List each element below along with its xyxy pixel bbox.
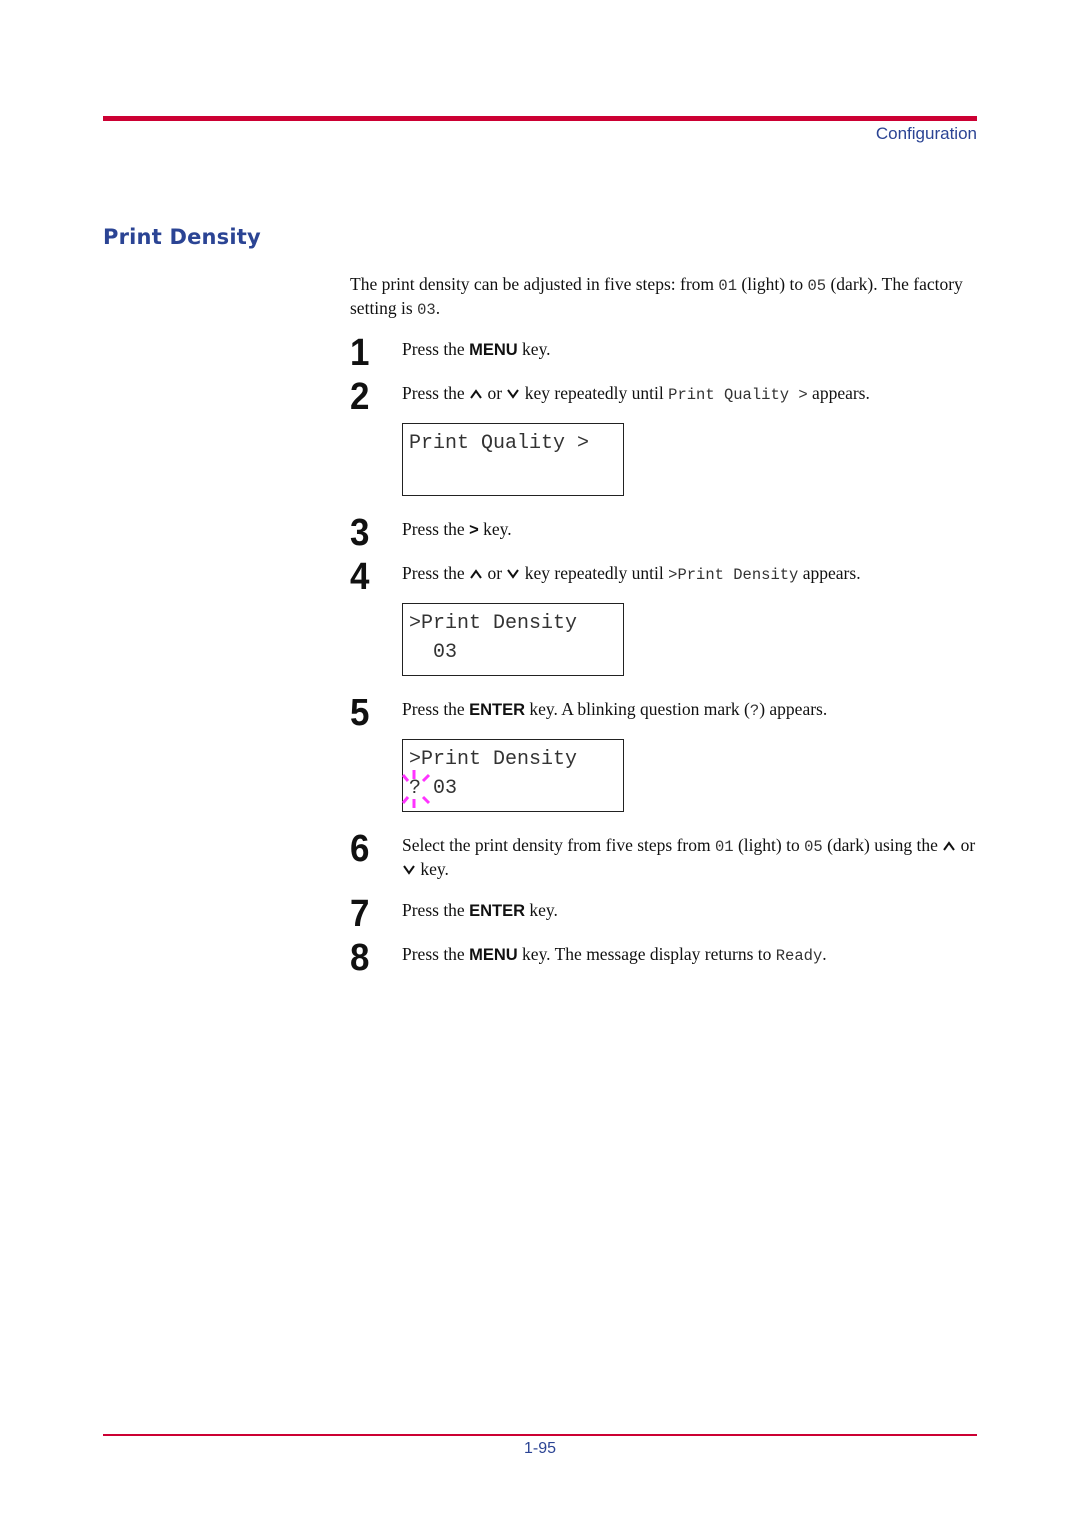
page-number: 1-95 <box>523 1440 557 1457</box>
step-text: Press the MENU key. The message display … <box>402 944 827 965</box>
lcd-line-1: >Print Density <box>409 612 578 635</box>
step-number: 2 <box>350 376 370 418</box>
down-arrow-icon <box>507 569 520 579</box>
step-number: 3 <box>350 512 370 554</box>
lcd-line-1: Print Quality > <box>409 432 590 455</box>
lcd-line-1: >Print Density <box>409 748 578 771</box>
step-number: 1 <box>350 332 370 374</box>
menu-key: MENU <box>469 946 518 964</box>
step-number: 4 <box>350 556 370 598</box>
step-text: Press the > key. <box>402 519 512 539</box>
page-title: Print Density <box>103 225 261 249</box>
step-text: Select the print density from five steps… <box>402 835 976 879</box>
section-name: Configuration <box>875 124 977 143</box>
lcd-display-print-quality: Print Quality > <box>402 423 624 496</box>
step-text: Press the ENTER key. A blinking question… <box>402 699 828 720</box>
lcd-line-2: 03 <box>409 641 458 664</box>
down-arrow-icon <box>403 865 415 875</box>
step-number: 5 <box>350 692 370 734</box>
step-number: 7 <box>350 893 370 935</box>
header-rule <box>103 116 977 121</box>
lcd-display-print-density-blinking: >Print Density ? 03 <box>401 739 624 812</box>
up-arrow-icon <box>470 389 482 399</box>
menu-key: MENU <box>469 341 518 359</box>
right-key: > <box>469 521 479 539</box>
step-number: 6 <box>350 828 370 870</box>
step-text: Press the ENTER key. <box>402 900 558 920</box>
step-text: Press the MENU key. <box>402 339 551 359</box>
enter-key: ENTER <box>469 902 525 920</box>
step-text: Press the or key repeatedly until >Print… <box>402 563 861 584</box>
footer-rule <box>103 1434 977 1436</box>
intro-paragraph: The print density can be adjusted in fiv… <box>350 274 963 319</box>
down-arrow-icon <box>507 389 520 399</box>
step-text: Press the or key repeatedly until Print … <box>402 383 870 404</box>
step-number: 8 <box>350 937 370 979</box>
up-arrow-icon <box>943 841 956 851</box>
up-arrow-icon <box>470 569 482 579</box>
enter-key: ENTER <box>469 701 525 719</box>
lcd-display-print-density: >Print Density 03 <box>402 603 624 676</box>
blinking-cursor-icon <box>401 770 431 808</box>
